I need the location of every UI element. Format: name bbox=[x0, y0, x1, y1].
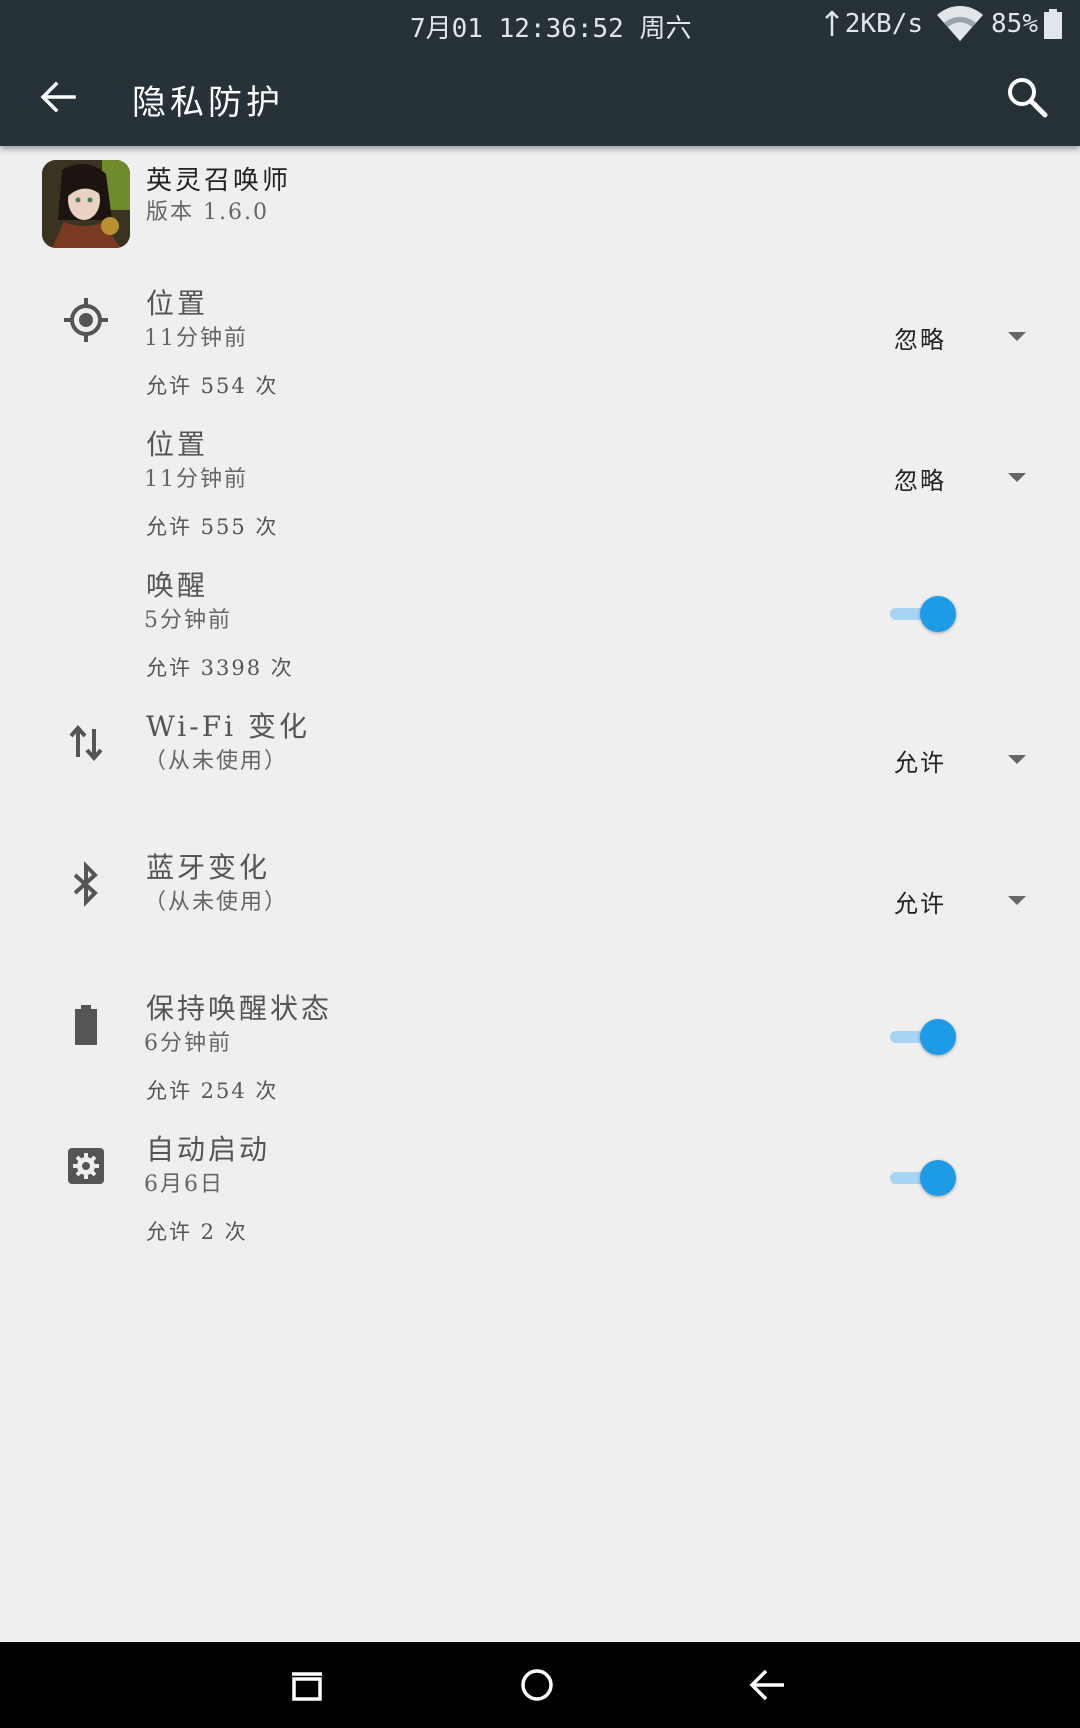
page-title: 隐私防护 bbox=[132, 83, 284, 123]
permission-row-bluetooth: 蓝牙变化 （从未使用） 允许 bbox=[0, 836, 1080, 977]
permission-toggle[interactable] bbox=[886, 594, 960, 634]
battery-icon bbox=[75, 1005, 97, 1045]
permission-label: 保持唤醒状态 bbox=[146, 992, 333, 1025]
app-name: 英灵召唤师 bbox=[146, 166, 292, 196]
permission-row-autostart: 自动启动 6月6日 允许 2 次 bbox=[0, 1118, 1080, 1259]
permission-row-location: 位置 11分钟前 允许 554 次 忽略 bbox=[0, 272, 1080, 413]
upload-arrow-icon bbox=[824, 10, 839, 36]
permission-dropdown[interactable]: 忽略 bbox=[880, 314, 1040, 358]
recents-icon[interactable] bbox=[284, 1662, 330, 1708]
dropdown-arrow-icon bbox=[1008, 332, 1026, 341]
status-icons: 2KB/s 85% bbox=[824, 6, 1062, 42]
dropdown-value: 允许 bbox=[894, 749, 946, 777]
app-info: 英灵召唤师 版本 1.6.0 bbox=[0, 146, 1080, 256]
net-speed: 2KB/s bbox=[844, 9, 924, 39]
dropdown-value: 忽略 bbox=[894, 467, 946, 495]
dropdown-value: 允许 bbox=[894, 890, 946, 918]
permission-row-wifi: Wi-Fi 变化 （从未使用） 允许 bbox=[0, 695, 1080, 836]
status-bar: 7月01 12:36:52 周六 2KB/s 85% bbox=[0, 0, 1080, 48]
wifi-icon bbox=[937, 6, 984, 41]
permission-label: Wi-Fi 变化 bbox=[146, 710, 310, 743]
dropdown-arrow-icon bbox=[1008, 755, 1026, 764]
app-bar: 隐私防护 bbox=[0, 48, 1080, 146]
search-icon[interactable] bbox=[1004, 74, 1050, 120]
dropdown-value: 忽略 bbox=[894, 326, 946, 354]
permission-time: （从未使用） bbox=[144, 890, 289, 915]
location-icon bbox=[64, 298, 108, 342]
toggle-thumb bbox=[920, 1019, 956, 1055]
settings-box-icon bbox=[68, 1148, 104, 1184]
dropdown-arrow-icon bbox=[1008, 473, 1026, 482]
app-icon bbox=[42, 160, 130, 248]
home-icon[interactable] bbox=[514, 1662, 560, 1708]
permission-row-wakeup: 唤醒 5分钟前 允许 3398 次 bbox=[0, 554, 1080, 695]
permission-count: 允许 2 次 bbox=[146, 1220, 248, 1244]
permission-toggle[interactable] bbox=[886, 1158, 960, 1198]
permission-label: 唤醒 bbox=[146, 569, 209, 602]
permission-time: 5分钟前 bbox=[144, 608, 232, 633]
permission-label: 蓝牙变化 bbox=[146, 851, 271, 884]
battery-percent: 85% bbox=[991, 9, 1038, 39]
dropdown-arrow-icon bbox=[1008, 896, 1026, 905]
bluetooth-icon bbox=[73, 861, 98, 907]
permission-row-keep-awake: 保持唤醒状态 6分钟前 允许 254 次 bbox=[0, 977, 1080, 1118]
permission-label: 位置 bbox=[146, 287, 209, 320]
permission-dropdown[interactable]: 忽略 bbox=[880, 455, 1040, 499]
permission-label: 位置 bbox=[146, 428, 209, 461]
permission-time: 6分钟前 bbox=[144, 1031, 232, 1056]
permission-time: 11分钟前 bbox=[144, 326, 248, 351]
permission-count: 允许 554 次 bbox=[146, 374, 279, 398]
permission-time: （从未使用） bbox=[144, 749, 289, 774]
battery-icon bbox=[1044, 9, 1062, 39]
permission-time: 11分钟前 bbox=[144, 467, 248, 492]
back-arrow-icon[interactable] bbox=[36, 75, 80, 119]
permission-toggle[interactable] bbox=[886, 1017, 960, 1057]
permission-dropdown[interactable]: 允许 bbox=[880, 878, 1040, 922]
permission-row-location-2: 位置 11分钟前 允许 555 次 忽略 bbox=[0, 413, 1080, 554]
permission-time: 6月6日 bbox=[144, 1172, 224, 1197]
permission-count: 允许 3398 次 bbox=[146, 656, 294, 680]
status-datetime: 7月01 12:36:52 周六 bbox=[410, 14, 692, 44]
back-icon[interactable] bbox=[744, 1662, 790, 1708]
permission-count: 允许 555 次 bbox=[146, 515, 279, 539]
toggle-thumb bbox=[920, 596, 956, 632]
app-version: 版本 1.6.0 bbox=[146, 200, 269, 225]
navigation-bar bbox=[0, 1642, 1080, 1728]
permission-label: 自动启动 bbox=[146, 1133, 271, 1166]
permission-dropdown[interactable]: 允许 bbox=[880, 737, 1040, 781]
toggle-thumb bbox=[920, 1160, 956, 1196]
permission-count: 允许 254 次 bbox=[146, 1079, 279, 1103]
swap-vertical-icon bbox=[69, 724, 103, 762]
